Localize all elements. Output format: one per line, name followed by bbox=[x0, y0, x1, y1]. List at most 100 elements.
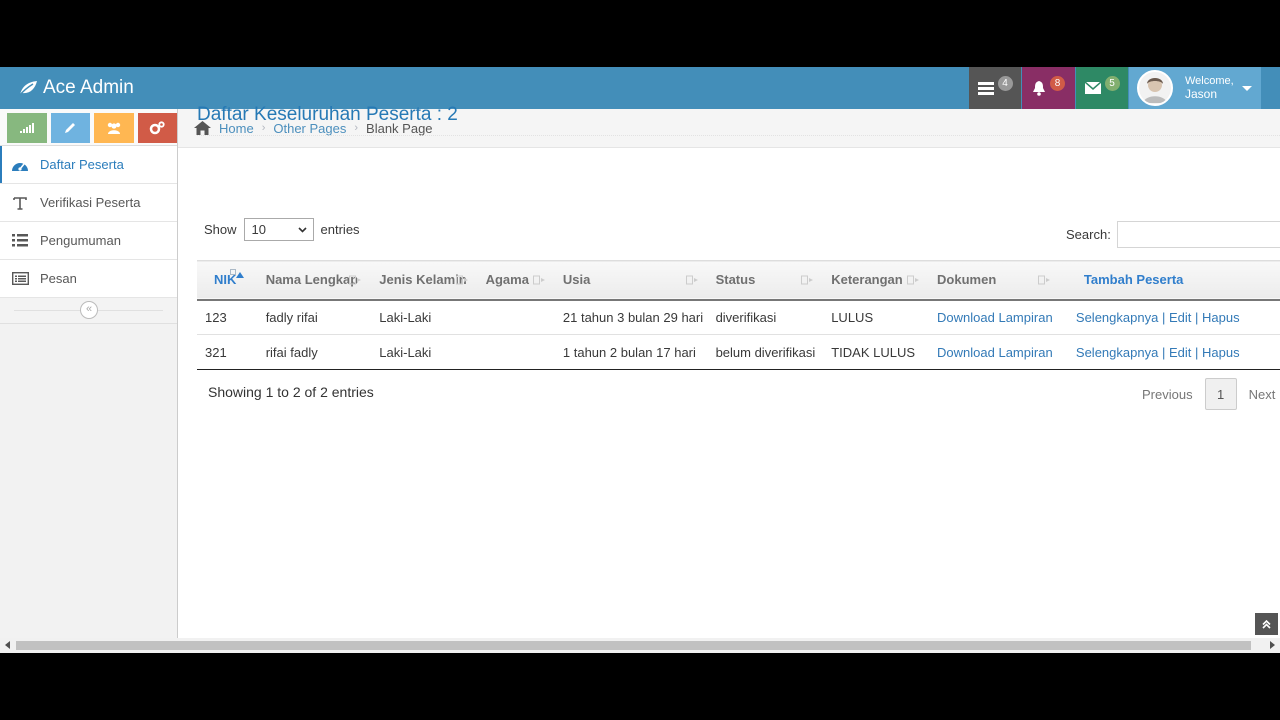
entries-select[interactable]: 10 bbox=[243, 218, 314, 241]
tasks-icon bbox=[977, 82, 994, 95]
column-header-keterangan[interactable]: Keterangan bbox=[823, 261, 929, 300]
column-header-dokumen[interactable]: Dokumen bbox=[929, 261, 1060, 300]
scrollbar-thumb[interactable] bbox=[16, 641, 1251, 650]
selengkapnya-link[interactable]: Selengkapnya bbox=[1076, 345, 1158, 360]
user-name: Jason bbox=[1185, 87, 1218, 101]
sort-icon bbox=[685, 275, 698, 285]
shortcut-signal-button[interactable] bbox=[7, 113, 47, 143]
edit-link[interactable]: Edit bbox=[1169, 345, 1191, 360]
sidebar-item-verifikasi-peserta[interactable]: Verifikasi Peserta bbox=[0, 184, 177, 222]
separator: | bbox=[1161, 309, 1166, 325]
cell-status: diverifikasi bbox=[715, 309, 777, 325]
cell-keterangan: LULUS bbox=[831, 309, 874, 325]
sidebar: Daftar Peserta Verifikasi Peserta Pengum… bbox=[0, 109, 178, 653]
column-header-usia[interactable]: Usia bbox=[555, 261, 708, 300]
pagination: Previous 1 Next bbox=[1130, 378, 1280, 410]
sidebar-item-daftar-peserta[interactable]: Daftar Peserta bbox=[0, 146, 177, 184]
caret-down-icon bbox=[1241, 85, 1252, 91]
cell-nama: fadly rifai bbox=[265, 309, 318, 325]
separator: | bbox=[1194, 344, 1199, 360]
cell-jenis-kelamin: Laki-Laki bbox=[379, 344, 432, 360]
table-row: 123 fadly rifai Laki-Laki 21 tahun 3 bul… bbox=[197, 300, 1280, 335]
sidebar-item-label: Pengumuman bbox=[40, 233, 121, 248]
download-lampiran-link[interactable]: Download Lampiran bbox=[937, 310, 1053, 325]
shortcut-pencil-button[interactable] bbox=[50, 113, 90, 143]
column-header-nama-lengkap[interactable]: Nama Lengkap bbox=[258, 261, 372, 300]
table-row: 321 rifai fadly Laki-Laki 1 tahun 2 bula… bbox=[197, 335, 1280, 370]
entries-label: entries bbox=[320, 222, 360, 237]
selengkapnya-link[interactable]: Selengkapnya bbox=[1076, 310, 1158, 325]
navbar: Ace Admin 4 8 5 Welcome, Jason bbox=[0, 67, 1280, 109]
cogs-icon bbox=[150, 121, 165, 135]
column-header-agama[interactable]: Agama bbox=[478, 261, 555, 300]
sort-icon bbox=[907, 275, 920, 285]
pencil-icon bbox=[65, 123, 76, 133]
horizontal-scrollbar[interactable] bbox=[0, 638, 1280, 653]
download-lampiran-link[interactable]: Download Lampiran bbox=[937, 345, 1053, 360]
users-icon bbox=[107, 122, 120, 134]
sidebar-shortcuts bbox=[0, 109, 177, 146]
scroll-right-icon[interactable] bbox=[1270, 641, 1275, 649]
sidebar-item-label: Pesan bbox=[40, 271, 77, 286]
messages-button[interactable]: 5 bbox=[1076, 67, 1128, 109]
chevron-down-icon bbox=[297, 226, 307, 233]
list-icon bbox=[0, 234, 40, 247]
bell-icon bbox=[1033, 80, 1045, 96]
sidebar-item-label: Verifikasi Peserta bbox=[40, 195, 141, 210]
scroll-to-top-button[interactable] bbox=[1255, 613, 1278, 635]
sidebar-item-pengumuman[interactable]: Pengumuman bbox=[0, 222, 177, 260]
app-window: Ace Admin 4 8 5 Welcome, Jason Daftar Pe… bbox=[0, 67, 1280, 653]
table-search: Search: bbox=[1066, 221, 1280, 248]
hapus-link[interactable]: Hapus bbox=[1202, 345, 1240, 360]
shortcut-users-button[interactable] bbox=[94, 113, 134, 143]
envelope-icon bbox=[1084, 82, 1101, 94]
separator: | bbox=[1194, 309, 1199, 325]
previous-button[interactable]: Previous bbox=[1130, 387, 1205, 402]
double-chevron-up-icon bbox=[1262, 619, 1271, 629]
page-1-button[interactable]: 1 bbox=[1204, 378, 1237, 410]
collapse-sidebar-button[interactable]: « bbox=[80, 301, 98, 319]
brand[interactable]: Ace Admin bbox=[18, 67, 134, 109]
next-button[interactable]: Next bbox=[1237, 387, 1280, 402]
column-header-tambah-peserta[interactable]: Tambah Peserta bbox=[1060, 261, 1280, 300]
avatar bbox=[1137, 70, 1173, 106]
signal-icon bbox=[19, 123, 34, 133]
cell-actions: Selengkapnya | Edit | Hapus bbox=[1060, 300, 1280, 335]
participants-table: NIK Nama Lengkap Jenis Kelamin Agama Usi… bbox=[197, 260, 1280, 370]
sidebar-item-label: Daftar Peserta bbox=[40, 157, 124, 172]
text-icon bbox=[0, 196, 40, 210]
cell-keterangan: TIDAK LULUS bbox=[831, 344, 916, 360]
column-header-nik[interactable]: NIK bbox=[197, 261, 258, 300]
table-info: Showing 1 to 2 of 2 entries bbox=[208, 384, 374, 400]
column-header-status[interactable]: Status bbox=[708, 261, 824, 300]
brand-title: Ace Admin bbox=[43, 77, 134, 98]
notifications-badge: 8 bbox=[1050, 75, 1065, 91]
notifications-button[interactable]: 8 bbox=[1022, 67, 1075, 109]
show-label: Show bbox=[204, 222, 237, 237]
user-info: Welcome, Jason bbox=[1185, 75, 1234, 101]
leaf-icon bbox=[18, 81, 37, 96]
entries-select-value: 10 bbox=[251, 222, 266, 237]
sort-asc-icon bbox=[229, 269, 244, 278]
cell-nik: 123 bbox=[205, 309, 227, 325]
sort-icon bbox=[801, 275, 814, 285]
tasks-button[interactable]: 4 bbox=[969, 67, 1021, 109]
user-avatar-icon bbox=[1143, 78, 1167, 103]
hapus-link[interactable]: Hapus bbox=[1202, 310, 1240, 325]
table-header-row: NIK Nama Lengkap Jenis Kelamin Agama Usi… bbox=[197, 260, 1280, 300]
scroll-left-icon[interactable] bbox=[5, 641, 10, 649]
edit-link[interactable]: Edit bbox=[1169, 310, 1191, 325]
shortcut-cogs-button[interactable] bbox=[137, 113, 177, 143]
cell-dokumen: Download Lampiran bbox=[929, 335, 1060, 370]
user-menu[interactable]: Welcome, Jason bbox=[1129, 67, 1261, 109]
cell-usia: 1 tahun 2 bulan 17 hari bbox=[562, 344, 696, 360]
search-label: Search: bbox=[1066, 227, 1111, 242]
sidebar-item-pesan[interactable]: Pesan bbox=[0, 260, 177, 298]
cell-agama bbox=[478, 300, 555, 335]
search-input[interactable] bbox=[1116, 221, 1280, 248]
column-header-jenis-kelamin[interactable]: Jenis Kelamin bbox=[371, 261, 477, 300]
separator: | bbox=[1161, 344, 1166, 360]
table-length-control: Show 10 entries bbox=[204, 218, 360, 241]
cell-dokumen: Download Lampiran bbox=[929, 300, 1060, 335]
cell-agama bbox=[478, 335, 555, 370]
